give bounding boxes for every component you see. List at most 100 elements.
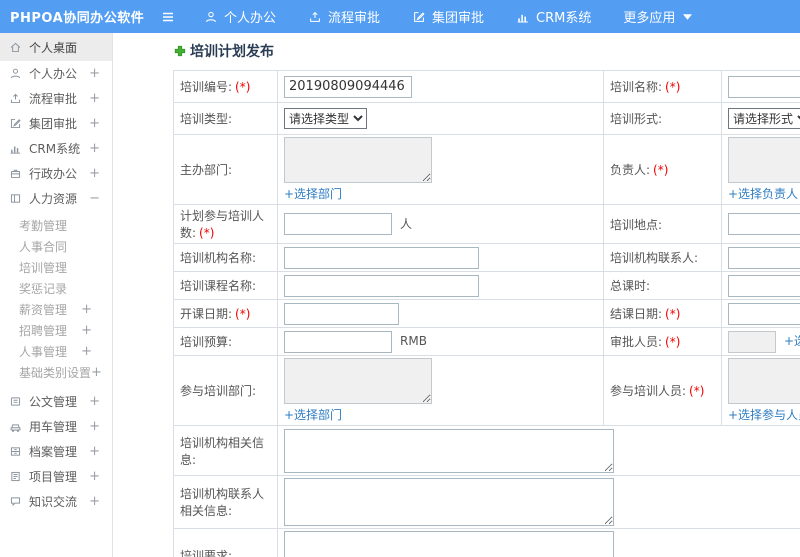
sidebar-subitem-recruit-mgmt[interactable]: 招聘管理 + <box>0 320 112 341</box>
start-date-input[interactable] <box>284 302 399 325</box>
form-row: 培训预算: RMB 审批人员:(*) +选择审批人员 <box>173 327 800 356</box>
nav-personal-office[interactable]: 个人办公 <box>204 7 276 26</box>
course-name-input[interactable] <box>284 274 479 297</box>
host-dept-textarea[interactable] <box>284 137 432 183</box>
training-form-select[interactable]: 请选择形式 <box>728 108 800 129</box>
sidebar-item-hr[interactable]: 人力资源 − <box>0 186 112 211</box>
sidebar-subitem-base-category[interactable]: 基础类别设置 + <box>0 362 112 383</box>
app-window: PHPOA协同办公软件 个人办公 流程审批 集团审批 CRM系统 更多应用 个人… <box>0 0 800 557</box>
menu-toggle-icon[interactable] <box>160 8 178 26</box>
sidebar-item-vehicle-mgmt[interactable]: 用车管理 + <box>0 414 112 439</box>
form-row: 培训类型: 请选择类型 培训形式: 请选择形式 <box>173 102 800 135</box>
form-row: 培训要求: <box>173 528 800 557</box>
briefcase-icon <box>9 167 22 180</box>
field-label: 培训预算: <box>180 335 233 349</box>
sidebar: 个人桌面 个人办公 + 流程审批 + 集团审批 + CRM系统 + 行政办公 +… <box>0 33 113 557</box>
field-label: 开课日期: <box>180 307 233 321</box>
location-input[interactable] <box>728 213 800 235</box>
required-mark: (*) <box>235 80 251 94</box>
nav-group-approval[interactable]: 集团审批 <box>412 7 484 26</box>
org-name-input[interactable] <box>284 246 479 269</box>
sidebar-subitem-training-mgmt[interactable]: 培训管理 <box>0 257 112 278</box>
training-name-input[interactable] <box>728 75 800 98</box>
training-type-select[interactable]: 请选择类型 <box>284 108 367 129</box>
sidebar-item-workflow-approval[interactable]: 流程审批 + <box>0 86 112 111</box>
select-dept-link[interactable]: +选择部门 <box>284 185 342 202</box>
sidebar-item-personal-office[interactable]: 个人办公 + <box>0 61 112 86</box>
field-label: 培训机构相关信息: <box>180 435 265 467</box>
sidebar-item-archive-mgmt[interactable]: 档案管理 + <box>0 439 112 464</box>
nav-more-apps[interactable]: 更多应用 <box>623 7 693 26</box>
required-mark: (*) <box>689 384 705 398</box>
sidebar-subitem-hr-contract[interactable]: 人事合同 <box>0 236 112 257</box>
budget-input[interactable] <box>284 330 392 353</box>
field-label: 培训机构名称: <box>180 251 257 265</box>
select-join-people-link[interactable]: +选择参与人员 <box>728 406 800 423</box>
select-leader-link[interactable]: +选择负责人 <box>728 185 798 202</box>
page-title: 培训计划发布 <box>173 41 800 61</box>
bar-chart-icon <box>517 14 528 23</box>
edit-icon <box>9 117 22 130</box>
field-label: 主办部门: <box>180 163 233 177</box>
archive-icon <box>9 445 22 458</box>
edit-icon <box>414 11 425 22</box>
field-label: 结课日期: <box>610 307 663 321</box>
form-row: 培训机构联系人相关信息: <box>173 475 800 529</box>
total-hours-input[interactable] <box>728 274 800 297</box>
field-label: 审批人员: <box>610 335 663 349</box>
sidebar-item-knowledge-exchange[interactable]: 知识交流 + <box>0 489 112 514</box>
sidebar-subitem-salary-mgmt[interactable]: 薪资管理 + <box>0 299 112 320</box>
sidebar-item-crm[interactable]: CRM系统 + <box>0 136 112 161</box>
required-mark: (*) <box>235 307 251 321</box>
car-icon <box>9 420 22 433</box>
sidebar-item-official-docs[interactable]: 公文管理 + <box>0 389 112 414</box>
join-dept-textarea[interactable] <box>284 358 432 404</box>
form-row: 参与培训部门: +选择部门 参与培训人员:(*) +选择参与人员 <box>173 355 800 426</box>
home-icon <box>9 41 22 54</box>
end-date-input[interactable] <box>728 302 800 325</box>
requirements-textarea[interactable] <box>284 531 614 557</box>
book-icon <box>9 192 22 205</box>
bar-chart-icon <box>9 142 22 155</box>
planned-count-input[interactable] <box>284 213 392 235</box>
sidebar-item-desktop[interactable]: 个人桌面 <box>0 33 112 61</box>
field-label: 培训地点: <box>610 217 663 232</box>
select-join-dept-link[interactable]: +选择部门 <box>284 406 342 423</box>
chat-icon <box>9 495 22 508</box>
field-label: 负责人: <box>610 163 651 177</box>
main-content: 培训计划发布 培训编号:(*) 培训名称:(*) 培训类型: 请选择类型 培训形… <box>113 33 800 557</box>
top-navigation: 个人办公 流程审批 集团审批 CRM系统 更多应用 <box>204 7 693 26</box>
currency-suffix: RMB <box>400 334 427 348</box>
form-row: 培训机构名称: 培训机构联系人: <box>173 243 800 272</box>
form-row: 培训课程名称: 总课时: <box>173 271 800 300</box>
required-mark: (*) <box>665 307 681 321</box>
org-contact-input[interactable] <box>728 246 800 269</box>
form-row: 培训机构相关信息: <box>173 425 800 476</box>
sidebar-bottom-menu: 公文管理 + 用车管理 + 档案管理 + 项目管理 + 知识交流 + <box>0 389 112 514</box>
org-info-textarea[interactable] <box>284 428 614 473</box>
sidebar-subitem-attendance[interactable]: 考勤管理 <box>0 215 112 236</box>
leader-textarea[interactable] <box>728 137 800 183</box>
training-no-input[interactable] <box>284 75 412 98</box>
form-row: 开课日期: (*) 结课日期: (*) <box>173 299 800 328</box>
flow-upload-icon <box>9 92 22 105</box>
required-mark: (*) <box>199 226 215 240</box>
sidebar-item-project-mgmt[interactable]: 项目管理 + <box>0 464 112 489</box>
nav-workflow-approval[interactable]: 流程审批 <box>308 7 380 26</box>
select-approver-link[interactable]: +选择审批人员 <box>784 334 800 348</box>
sidebar-subitem-reward-records[interactable]: 奖惩记录 <box>0 278 112 299</box>
org-contact-info-textarea[interactable] <box>284 478 614 526</box>
approver-input[interactable] <box>728 330 776 353</box>
field-label: 培训机构联系人: <box>610 251 699 265</box>
form-row: 主办部门: +选择部门 负责人: (*) +选择负责人 <box>173 134 800 205</box>
sidebar-item-group-approval[interactable]: 集团审批 + <box>0 111 112 136</box>
required-mark: (*) <box>665 335 681 349</box>
user-icon <box>9 67 22 80</box>
nav-crm-system[interactable]: CRM系统 <box>516 7 591 26</box>
sidebar-item-admin-office[interactable]: 行政办公 + <box>0 161 112 186</box>
field-label: 参与培训人员: <box>610 384 687 398</box>
sidebar-subitem-personnel-mgmt[interactable]: 人事管理 + <box>0 341 112 362</box>
join-people-textarea[interactable] <box>728 358 800 404</box>
field-label: 计划参与培训人数: <box>180 209 265 240</box>
field-label: 参与培训部门: <box>180 384 257 398</box>
